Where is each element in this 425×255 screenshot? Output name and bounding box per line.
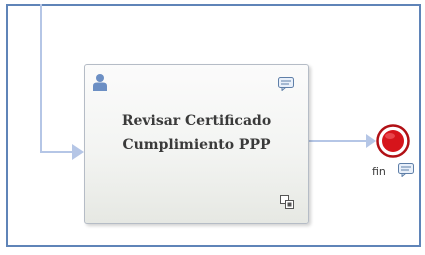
comment-icon[interactable] xyxy=(398,163,414,177)
task-title: Revisar Certificado Cumplimiento PPP xyxy=(85,109,308,157)
subprocess-icon[interactable] xyxy=(280,195,294,209)
user-task[interactable]: Revisar Certificado Cumplimiento PPP xyxy=(84,64,309,224)
user-icon xyxy=(93,74,107,91)
task-title-line-2: Cumplimiento PPP xyxy=(122,137,271,153)
sequence-flow-in-arrowhead xyxy=(72,144,84,160)
comment-icon[interactable] xyxy=(278,77,294,91)
end-event-label: fin xyxy=(372,165,386,178)
end-circle-icon xyxy=(382,130,404,152)
sequence-flow-in[interactable] xyxy=(40,4,72,153)
task-title-line-1: Revisar Certificado xyxy=(121,113,272,129)
diagram-canvas: Revisar Certificado Cumplimiento PPP fin xyxy=(0,0,425,255)
end-event[interactable] xyxy=(376,124,410,158)
sequence-flow-out-arrowhead xyxy=(366,134,376,148)
